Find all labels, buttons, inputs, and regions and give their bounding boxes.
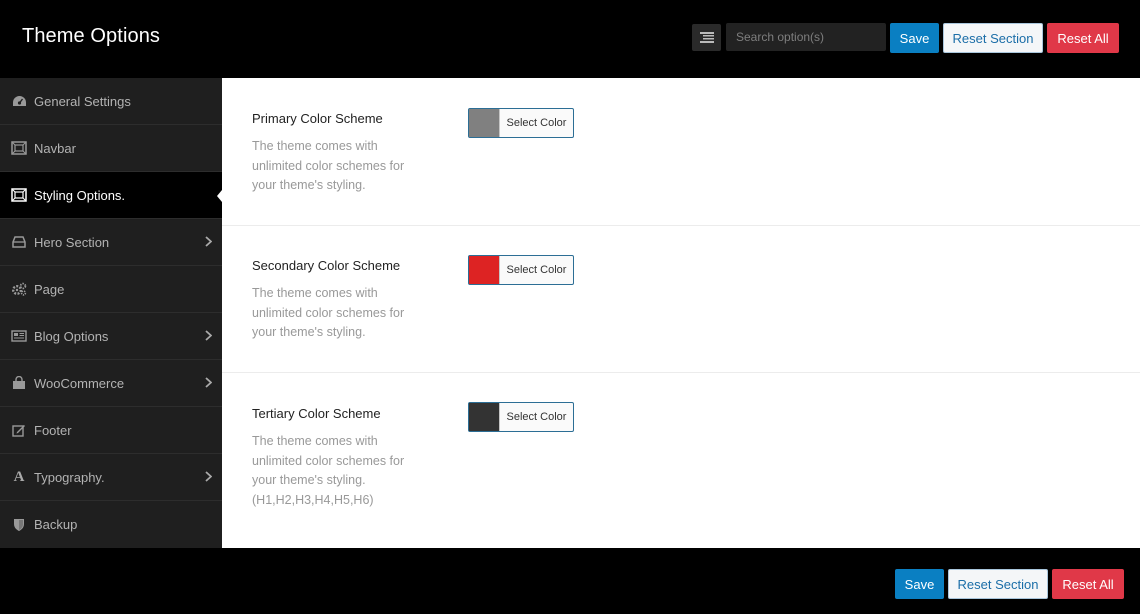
shopping-bag-icon — [11, 375, 27, 391]
save-button[interactable]: Save — [890, 23, 939, 53]
header-bar: Theme Options Save Reset Section Reset A… — [0, 0, 1140, 78]
footer-save-button[interactable]: Save — [895, 569, 944, 599]
option-description: The theme comes with unlimited color sch… — [252, 286, 405, 340]
sidebar-item-general-settings[interactable]: General Settings — [0, 78, 222, 125]
sidebar-item-label: Styling Options. — [34, 187, 126, 203]
screen-icon — [11, 140, 27, 156]
options-panel: Primary Color Scheme The theme comes wit… — [222, 78, 1140, 548]
color-picker-button[interactable]: Select Color — [468, 255, 574, 285]
edit-icon — [11, 422, 27, 438]
expand-options-button[interactable] — [692, 24, 721, 51]
option-primary-color: Primary Color Scheme The theme comes wit… — [222, 78, 1140, 226]
option-title: Secondary Color Scheme — [252, 258, 401, 273]
sidebar-item-blog-options[interactable]: Blog Options — [0, 313, 222, 360]
shield-icon — [11, 517, 27, 533]
chevron-right-icon — [205, 377, 212, 388]
sidebar-item-footer[interactable]: Footer — [0, 407, 222, 454]
color-swatch[interactable] — [469, 109, 500, 137]
color-picker-button[interactable]: Select Color — [468, 108, 574, 138]
sidebar-item-navbar[interactable]: Navbar — [0, 125, 222, 172]
sidebar-item-styling-options[interactable]: Styling Options. — [0, 172, 222, 219]
option-description: The theme comes with unlimited color sch… — [252, 139, 405, 193]
option-title: Primary Color Scheme — [252, 111, 383, 126]
option-secondary-color: Secondary Color Scheme The theme comes w… — [222, 226, 1140, 373]
color-picker-button[interactable]: Select Color — [468, 402, 574, 432]
sidebar-item-woocommerce[interactable]: WooCommerce — [0, 360, 222, 407]
chevron-right-icon — [205, 330, 212, 341]
reset-all-button[interactable]: Reset All — [1047, 23, 1119, 53]
sidebar-item-label: Footer — [34, 422, 72, 438]
sidebar-item-label: Page — [34, 281, 65, 297]
screen-icon — [11, 187, 27, 203]
option-tertiary-color: Tertiary Color Scheme The theme comes wi… — [222, 373, 1140, 548]
sidebar-item-page[interactable]: Page — [0, 266, 222, 313]
search-input[interactable] — [726, 23, 886, 51]
sidebar-item-label: Navbar — [34, 140, 76, 156]
sidebar-item-label: WooCommerce — [34, 375, 125, 391]
sidebar-item-label: Typography. — [34, 469, 105, 485]
sidebar-item-label: General Settings — [34, 93, 131, 109]
footer-bar: Save Reset Section Reset All — [0, 548, 1140, 614]
sidebar-item-label: Blog Options — [34, 328, 109, 344]
select-color-label[interactable]: Select Color — [500, 256, 573, 284]
page-title: Theme Options — [22, 25, 161, 47]
sidebar-item-backup[interactable]: Backup — [0, 501, 222, 548]
option-title: Tertiary Color Scheme — [252, 406, 381, 421]
cogs-icon — [11, 281, 27, 297]
chevron-right-icon — [205, 471, 212, 482]
chevron-right-icon — [205, 236, 212, 247]
sidebar-item-hero-section[interactable]: Hero Section — [0, 219, 222, 266]
reset-section-button[interactable]: Reset Section — [943, 23, 1043, 53]
footer-reset-all-button[interactable]: Reset All — [1052, 569, 1124, 599]
list-icon — [699, 32, 714, 43]
font-icon: A — [13, 468, 25, 485]
newspaper-icon — [11, 328, 27, 344]
sidebar-item-typography[interactable]: A Typography. — [0, 454, 222, 501]
sidebar-nav: General Settings Navbar Styling Options.… — [0, 78, 222, 548]
sidebar-item-label: Backup — [34, 517, 78, 532]
dashboard-icon — [11, 93, 27, 109]
select-color-label[interactable]: Select Color — [500, 109, 573, 137]
option-description: The theme comes with unlimited color sch… — [252, 434, 405, 508]
select-color-label[interactable]: Select Color — [500, 403, 573, 431]
hdd-icon — [11, 234, 27, 250]
sidebar-item-label: Hero Section — [34, 234, 110, 250]
footer-reset-section-button[interactable]: Reset Section — [948, 569, 1048, 599]
color-swatch[interactable] — [469, 403, 500, 431]
color-swatch[interactable] — [469, 256, 500, 284]
